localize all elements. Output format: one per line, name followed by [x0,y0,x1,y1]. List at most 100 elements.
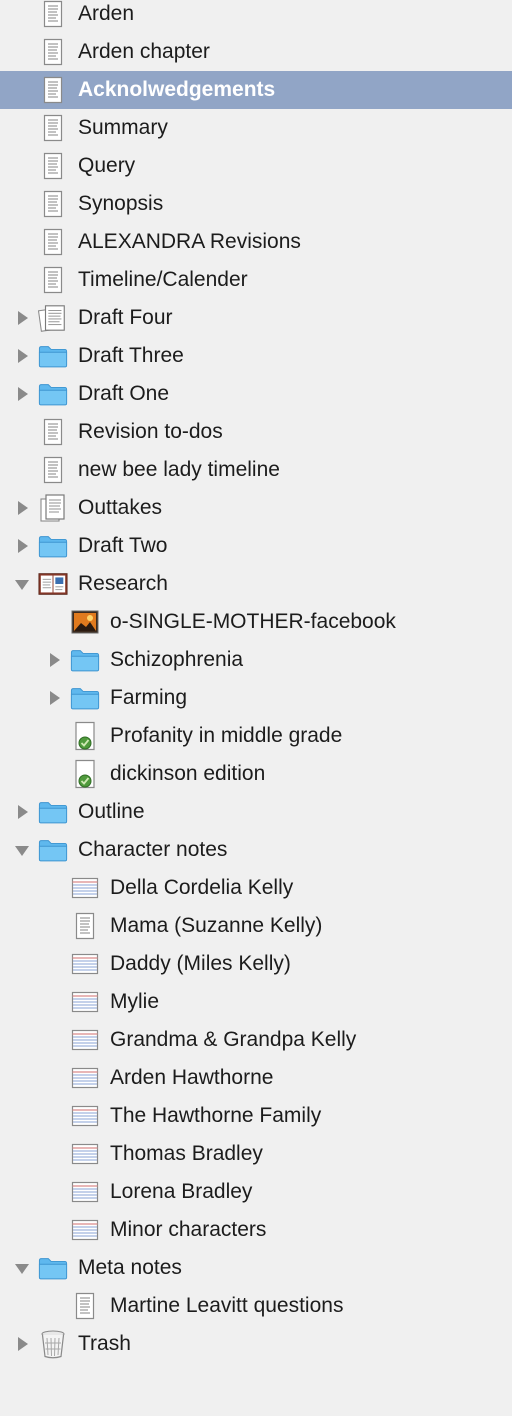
web-document-icon [70,721,100,751]
binder-item[interactable]: Research [0,565,512,603]
image-icon [70,607,100,637]
binder-item-label: Outtakes [78,496,163,519]
folder-icon [70,645,100,675]
disclosure-collapsed-icon[interactable] [14,500,30,516]
binder-item-label: Draft Three [78,344,184,367]
binder-item[interactable]: Grandma & Grandpa Kelly [0,1021,512,1059]
binder-item[interactable]: Revision to-dos [0,413,512,451]
text-document-icon [38,37,68,67]
binder-item-label: Farming [110,686,188,709]
binder-item[interactable]: Outtakes [0,489,512,527]
binder-item-label: Schizophrenia [110,648,244,671]
binder-item-label: o-SINGLE-MOTHER-facebook [110,610,396,633]
binder-item[interactable]: Daddy (Miles Kelly) [0,945,512,983]
binder-item-label: The Hawthorne Family [110,1104,322,1127]
binder-item[interactable]: Meta notes [0,1249,512,1287]
binder-item-label: Character notes [78,838,228,861]
text-document-icon [38,151,68,181]
folder-icon [38,1253,68,1283]
binder-item-label: Draft Four [78,306,173,329]
binder-item-label: Profanity in middle grade [110,724,343,747]
text-document-icon [38,0,68,29]
binder-item[interactable]: The Hawthorne Family [0,1097,512,1135]
binder-item[interactable]: ALEXANDRA Revisions [0,223,512,261]
binder-item-label: Daddy (Miles Kelly) [110,952,291,975]
binder-item-label: Meta notes [78,1256,182,1279]
binder-item-label: new bee lady timeline [78,458,280,481]
binder-item[interactable]: Arden Hawthorne [0,1059,512,1097]
disclosure-collapsed-icon[interactable] [46,690,62,706]
binder-item[interactable]: Timeline/Calender [0,261,512,299]
binder-item[interactable]: Query [0,147,512,185]
binder-item[interactable]: Mama (Suzanne Kelly) [0,907,512,945]
binder-item[interactable]: Draft Two [0,527,512,565]
disclosure-collapsed-icon[interactable] [14,804,30,820]
character-sheet-icon [70,1139,100,1169]
binder-item[interactable]: Mylie [0,983,512,1021]
folder-icon [38,531,68,561]
binder-item[interactable]: Della Cordelia Kelly [0,869,512,907]
disclosure-collapsed-icon[interactable] [14,538,30,554]
text-document-icon [38,265,68,295]
binder-item[interactable]: Outline [0,793,512,831]
folder-icon [38,835,68,865]
binder-item[interactable]: Lorena Bradley [0,1173,512,1211]
disclosure-collapsed-icon[interactable] [14,386,30,402]
binder-item-label: Martine Leavitt questions [110,1294,344,1317]
character-sheet-icon [70,1215,100,1245]
trash-icon [38,1329,68,1359]
disclosure-collapsed-icon[interactable] [46,652,62,668]
text-document-icon [70,1291,100,1321]
binder-item[interactable]: Draft One [0,375,512,413]
binder-item-label: Mama (Suzanne Kelly) [110,914,323,937]
disclosure-expanded-icon[interactable] [14,1260,30,1276]
binder-item[interactable]: o-SINGLE-MOTHER-facebook [0,603,512,641]
binder-item[interactable]: Summary [0,109,512,147]
text-document-icon [38,227,68,257]
folder-icon [38,797,68,827]
binder-item-label: Arden chapter [78,40,210,63]
binder-item[interactable]: Trash [0,1325,512,1363]
folder-icon [38,379,68,409]
character-sheet-icon [70,1025,100,1055]
disclosure-collapsed-icon[interactable] [14,1336,30,1352]
binder-item-label: Acknolwedgements [78,78,276,101]
folder-icon [70,683,100,713]
binder-item-label: Revision to-dos [78,420,223,443]
binder-item-label: Timeline/Calender [78,268,248,291]
binder-item-label: Minor characters [110,1218,267,1241]
binder-item[interactable]: new bee lady timeline [0,451,512,489]
folder-icon [38,341,68,371]
disclosure-collapsed-icon[interactable] [14,310,30,326]
binder-item-label: Thomas Bradley [110,1142,263,1165]
binder-item-label: Synopsis [78,192,164,215]
text-document-icon [38,189,68,219]
binder-item[interactable]: Arden chapter [0,33,512,71]
binder-item[interactable]: Minor characters [0,1211,512,1249]
binder-item[interactable]: Draft Three [0,337,512,375]
binder-item[interactable]: Acknolwedgements [0,71,512,109]
binder-item-label: ALEXANDRA Revisions [78,230,301,253]
binder-item-label: Draft One [78,382,170,405]
character-sheet-icon [70,1063,100,1093]
disclosure-expanded-icon[interactable] [14,576,30,592]
binder-item-label: Query [78,154,136,177]
binder-outline: Arden Arden chapter Acknolwedgements Sum… [0,0,512,1416]
binder-item[interactable]: Martine Leavitt questions [0,1287,512,1325]
binder-item[interactable]: Arden [0,0,512,33]
binder-item[interactable]: Profanity in middle grade [0,717,512,755]
binder-item[interactable]: Farming [0,679,512,717]
binder-item[interactable]: dickinson edition [0,755,512,793]
binder-item[interactable]: Draft Four [0,299,512,337]
binder-item[interactable]: Schizophrenia [0,641,512,679]
text-document-icon [38,75,68,105]
binder-item[interactable]: Character notes [0,831,512,869]
text-document-icon [38,455,68,485]
binder-item[interactable]: Synopsis [0,185,512,223]
research-book-icon [38,569,68,599]
binder-item-label: Outline [78,800,145,823]
disclosure-collapsed-icon[interactable] [14,348,30,364]
disclosure-expanded-icon[interactable] [14,842,30,858]
binder-item-label: Arden Hawthorne [110,1066,274,1089]
binder-item[interactable]: Thomas Bradley [0,1135,512,1173]
